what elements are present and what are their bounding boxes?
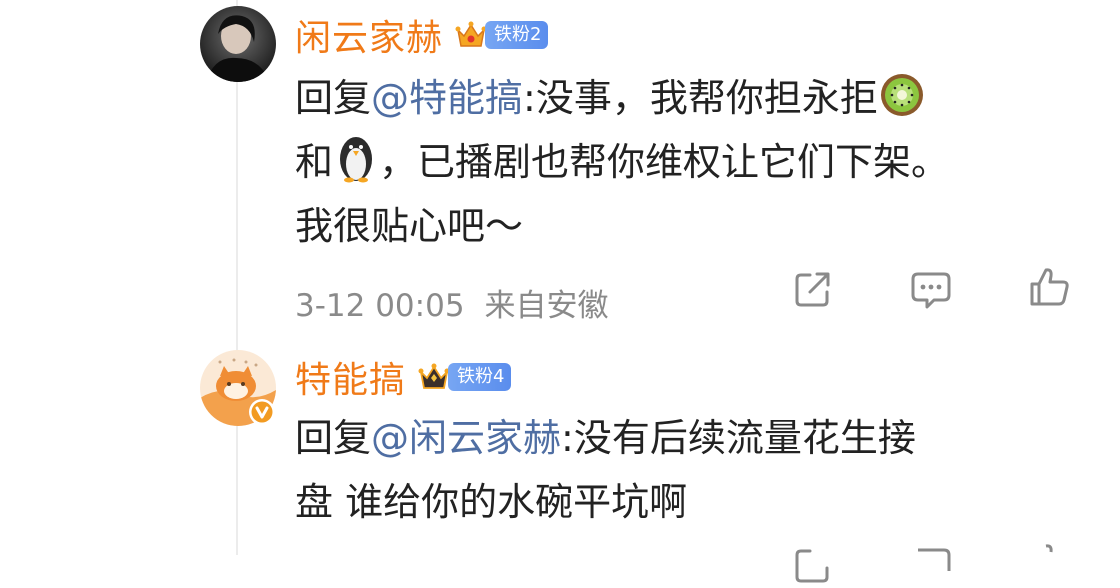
comment-icon[interactable] [908, 266, 954, 312]
comment-text: 回复@特能搞:没事，我帮你担永拒 和 ，已播剧也帮你维权让它们下架。 我很贴心吧… [295, 66, 1095, 258]
share-icon[interactable] [790, 542, 836, 588]
text-line-3: 我很贴心吧～ [295, 204, 524, 248]
kiwi-emoji [880, 74, 923, 116]
like-icon[interactable] [1026, 540, 1072, 586]
verified-badge-icon [249, 399, 275, 425]
crown-icon [418, 363, 450, 389]
text-line-2: 盘 谁给你的水碗平坑啊 [295, 480, 688, 524]
mention-link[interactable]: @特能搞 [371, 76, 523, 120]
location: 来自安徽 [484, 288, 609, 324]
fan-badge: 铁粉4 [448, 363, 512, 391]
crown-icon [455, 21, 487, 47]
comment-meta: 3-12 00:05 来自安徽 [295, 280, 629, 325]
timestamp: 3-12 00:05 [295, 288, 465, 324]
comment-text: 回复@闲云家赫:没有后续流量花生接 盘 谁给你的水碗平坑啊 [295, 406, 1095, 534]
reply-prefix: 回复 [295, 416, 372, 460]
share-icon[interactable] [790, 266, 836, 312]
comment-item: 闲云家赫 铁粉2 回复@特能搞:没事，我帮你担永拒 和 ，已播剧也帮你维权让它们… [0, 0, 1120, 340]
like-icon[interactable] [1026, 264, 1072, 310]
penguin-emoji [340, 137, 373, 183]
colon: : [523, 76, 536, 120]
comment-item: 特能搞 铁粉4 回复@闲云家赫:没有后续流量花生接 盘 谁给你的水碗平坑啊 [0, 340, 1120, 583]
text-line-2b: ，已播剧也帮你维权让它们下架。 [379, 140, 950, 184]
username[interactable]: 特能搞 [295, 351, 406, 403]
avatar[interactable] [200, 6, 276, 82]
mention-link[interactable]: @闲云家赫 [371, 416, 561, 460]
username[interactable]: 闲云家赫 [295, 9, 443, 61]
fan-badge: 铁粉2 [485, 21, 549, 49]
colon: : [561, 416, 574, 460]
text-line-1: 没事，我帮你担永拒 [535, 76, 878, 120]
text-line-1: 没有后续流量花生接 [573, 416, 916, 460]
reply-prefix: 回复 [295, 76, 372, 120]
comment-icon[interactable] [908, 542, 954, 588]
text-line-2a: 和 [295, 140, 334, 184]
